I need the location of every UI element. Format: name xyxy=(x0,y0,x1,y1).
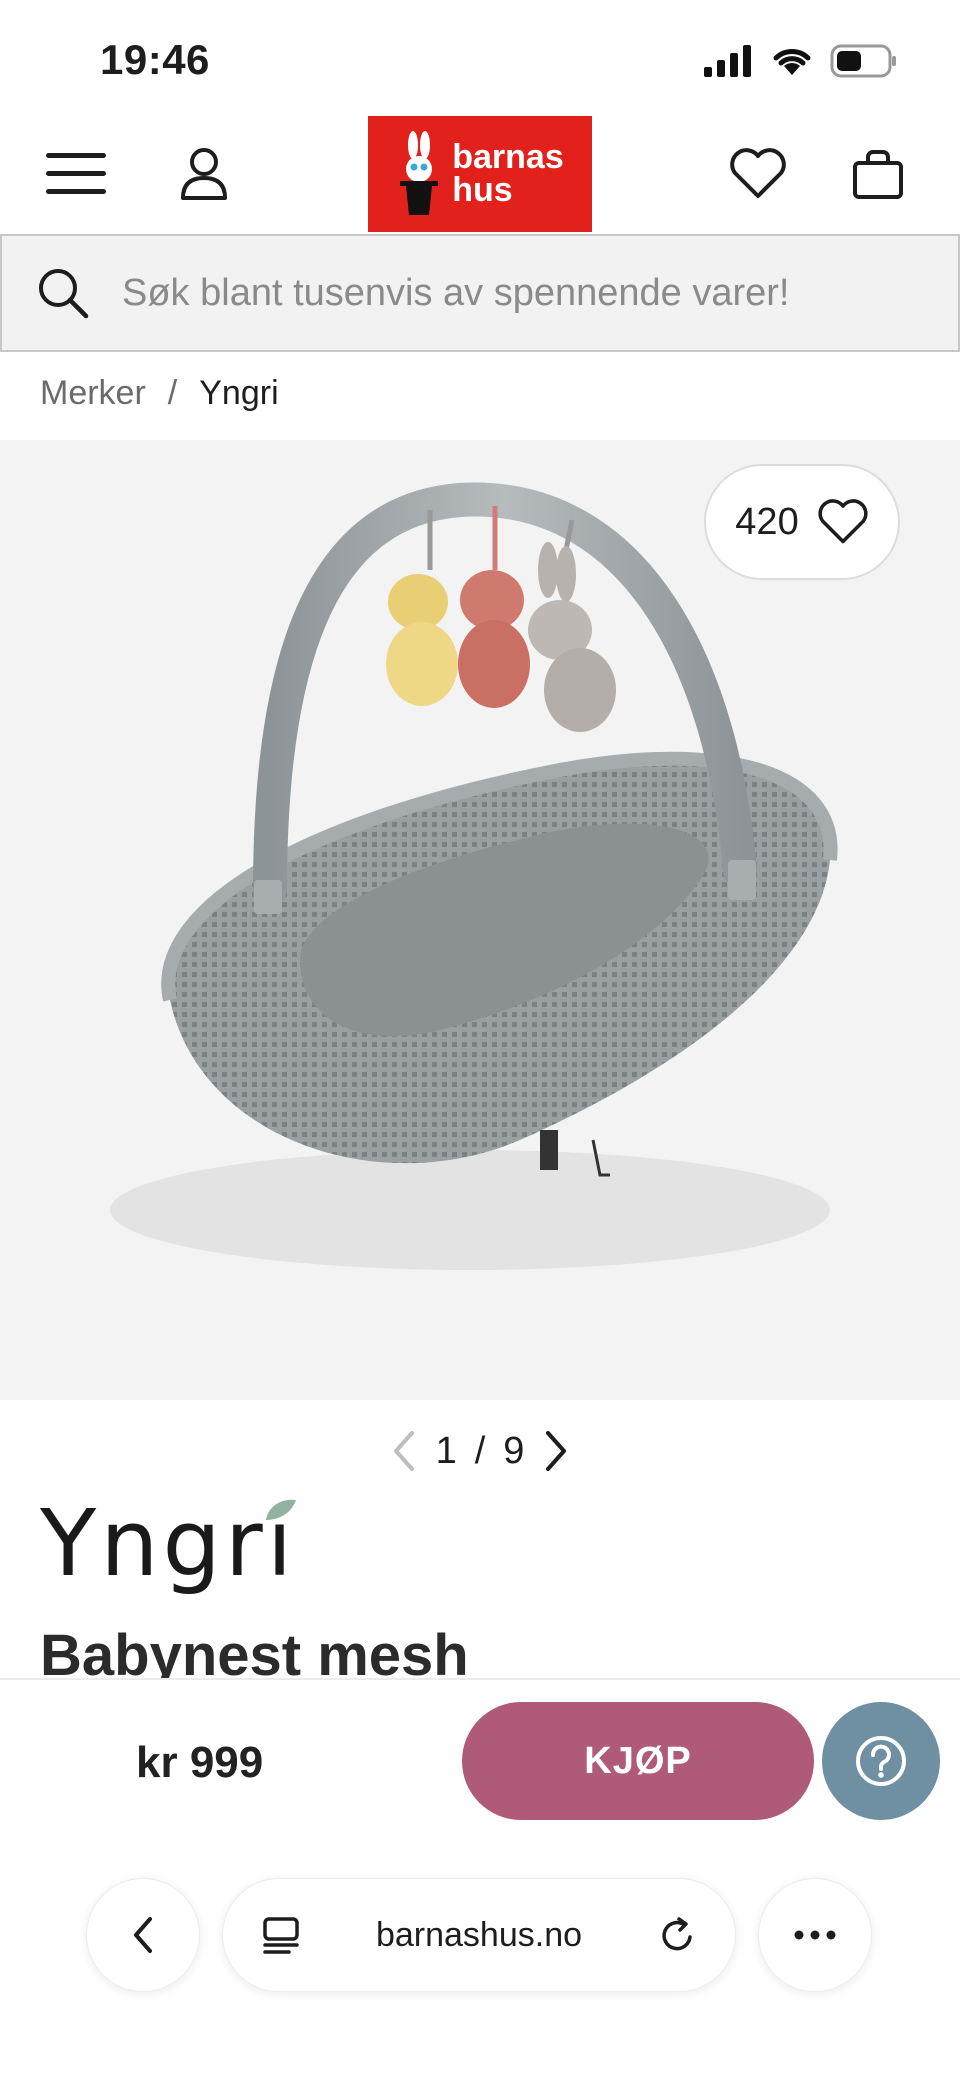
wishlist-button[interactable] xyxy=(726,140,790,208)
reload-icon[interactable] xyxy=(657,1915,697,1955)
browser-url: barnashus.no xyxy=(375,1915,583,1954)
status-icons xyxy=(704,44,898,78)
more-dots-icon xyxy=(794,1930,836,1940)
breadcrumb-link-brands[interactable]: Merker xyxy=(40,374,146,413)
search-input[interactable] xyxy=(122,271,922,315)
pager-total: 9 xyxy=(503,1429,525,1472)
browser-back-button[interactable] xyxy=(86,1878,200,1992)
browser-more-button[interactable] xyxy=(758,1878,872,1992)
product-price: kr 999 xyxy=(136,1738,264,1787)
battery-icon xyxy=(830,44,896,78)
site-header: barnas hus xyxy=(0,116,960,232)
brand-logo[interactable]: Yngri xyxy=(40,1498,296,1590)
favorite-count: 420 xyxy=(735,500,799,543)
favorite-count-button[interactable]: 420 xyxy=(704,464,900,580)
hamburger-menu-icon xyxy=(46,153,106,194)
image-pager: 1 / 9 xyxy=(0,1426,960,1476)
chevron-left-icon xyxy=(134,1917,152,1953)
leaf-icon xyxy=(266,1499,296,1520)
barnashus-logo[interactable]: barnas hus xyxy=(368,116,592,232)
pager-current: 1 xyxy=(435,1429,457,1472)
tab-overview-icon xyxy=(263,1917,299,1954)
menu-button[interactable] xyxy=(40,144,112,204)
buy-bar: kr 999 KJØP xyxy=(0,1678,960,1856)
product-image xyxy=(110,482,838,1270)
account-button[interactable] xyxy=(172,140,236,208)
status-bar: 19:46 xyxy=(0,0,960,118)
breadcrumb-current: Yngri xyxy=(199,374,279,412)
shopping-bag-icon xyxy=(853,150,903,199)
search-icon xyxy=(39,269,89,319)
user-icon xyxy=(181,148,227,200)
help-button[interactable] xyxy=(822,1702,940,1820)
bunny-in-hat-icon xyxy=(400,131,439,215)
cellular-signal-icon xyxy=(704,45,751,77)
cart-button[interactable] xyxy=(846,140,910,208)
logo-line-2: hus xyxy=(452,171,513,209)
product-image-gallery[interactable]: 420 xyxy=(0,440,960,1400)
pager-separator: / xyxy=(474,1429,486,1472)
logo-line-1: barnas xyxy=(452,138,564,176)
wifi-icon xyxy=(773,49,811,75)
browser-address-bar[interactable]: barnashus.no xyxy=(222,1878,736,1992)
question-mark-icon xyxy=(856,1736,906,1786)
status-time: 19:46 xyxy=(100,36,210,83)
browser-toolbar: barnashus.no xyxy=(0,1856,960,2078)
breadcrumb-separator: / xyxy=(167,374,178,412)
heart-icon xyxy=(818,499,868,544)
search-bar[interactable] xyxy=(0,234,960,352)
next-image-button[interactable] xyxy=(542,1429,572,1473)
logo-wordmark: barnas hus xyxy=(452,138,564,209)
previous-image-button[interactable] xyxy=(388,1429,418,1473)
heart-icon xyxy=(730,148,786,198)
buy-button[interactable]: KJØP xyxy=(462,1702,814,1820)
breadcrumb: Merker / Yngri xyxy=(40,374,279,413)
